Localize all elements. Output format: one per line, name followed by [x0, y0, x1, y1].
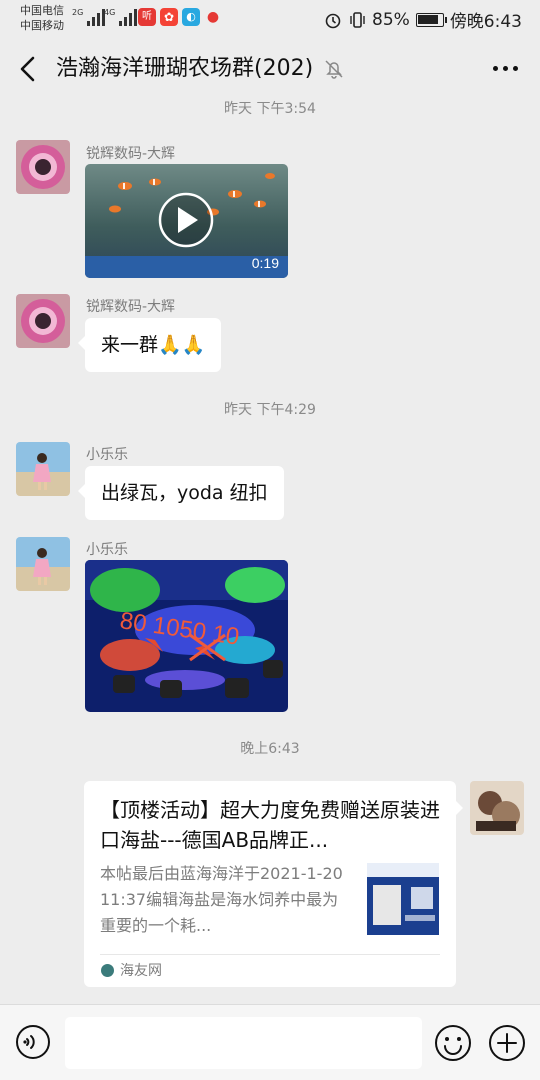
- ting-app-icon: 听: [138, 8, 156, 26]
- signal-icon: 4G: [104, 8, 138, 26]
- network-type-2: 4G: [104, 8, 116, 17]
- link-card[interactable]: 【顶楼活动】超大力度免费赠送原装进口海盐---德国AB品牌正... 本帖最后由蓝…: [84, 781, 463, 987]
- battery-icon: [415, 12, 447, 27]
- chat-header: 浩瀚海洋珊瑚农场群(202): [0, 36, 540, 102]
- battery-percent: 85%: [372, 9, 410, 30]
- sender-name: 小乐乐: [86, 542, 128, 558]
- avatar[interactable]: [16, 140, 70, 194]
- carrier-1: 中国电信: [20, 4, 64, 17]
- timestamp: 昨天 下午4:29: [224, 402, 316, 418]
- divider: [100, 954, 440, 955]
- status-right: 85% 傍晚6:43: [324, 7, 522, 32]
- location-app-icon: ●: [206, 9, 220, 25]
- more-options-icon[interactable]: [493, 66, 518, 71]
- avatar[interactable]: [16, 442, 70, 496]
- network-type-1: 2G: [72, 8, 84, 17]
- message-bubble[interactable]: 出绿瓦，yoda 纽扣: [78, 466, 284, 520]
- clock: 傍晚6:43: [449, 12, 522, 32]
- video-duration: 0:19: [252, 255, 279, 271]
- shopping-app-icon: ✿: [160, 8, 178, 26]
- plus-icon[interactable]: [488, 1024, 526, 1062]
- sender-name: 锐辉数码-大辉: [86, 146, 176, 162]
- mute-bell-icon: [325, 60, 343, 79]
- chat-title: 浩瀚海洋珊瑚农场群(202): [56, 56, 314, 81]
- link-card-thumbnail: [367, 863, 439, 935]
- message-input[interactable]: [65, 1017, 422, 1069]
- vibrate-icon: [350, 11, 365, 28]
- input-bar: [0, 1004, 540, 1080]
- back-arrow-icon[interactable]: [16, 54, 40, 84]
- carrier-2: 中国移动: [20, 19, 64, 32]
- timestamp: 昨天 下午3:54: [224, 101, 316, 117]
- voice-input-icon[interactable]: [15, 1024, 51, 1060]
- sender-name: 锐辉数码-大辉: [86, 299, 176, 315]
- link-card-title: 【顶楼活动】超大力度免费赠送原装进口海盐---德国AB品牌正...: [100, 798, 440, 852]
- alipay-app-icon: ◐: [182, 8, 200, 26]
- signal-icon: 2G: [72, 8, 106, 26]
- alarm-icon: [325, 13, 341, 28]
- status-bar: 中国电信 中国移动 2G 4G 听 ✿ ◐ ● 85% 傍晚6:43: [0, 0, 540, 36]
- source-icon: [101, 964, 114, 977]
- link-card-source: 海友网: [120, 963, 162, 979]
- timestamp: 晚上6:43: [240, 741, 300, 757]
- video-message[interactable]: 0:19: [85, 164, 288, 278]
- avatar[interactable]: [16, 294, 70, 348]
- avatar[interactable]: [16, 537, 70, 591]
- message-bubble[interactable]: 来一群🙏🙏: [77, 318, 222, 372]
- sender-name: 小乐乐: [86, 447, 128, 463]
- emoji-icon[interactable]: [434, 1024, 472, 1062]
- link-card-description: 本帖最后由蓝海海洋于2021-1-2011:37编辑海盐是海水饲养中最为重要的一…: [100, 864, 343, 935]
- carrier-labels: 中国电信 中国移动: [20, 3, 64, 33]
- image-message[interactable]: 80 1050 10: [85, 560, 288, 712]
- my-avatar[interactable]: [470, 781, 524, 835]
